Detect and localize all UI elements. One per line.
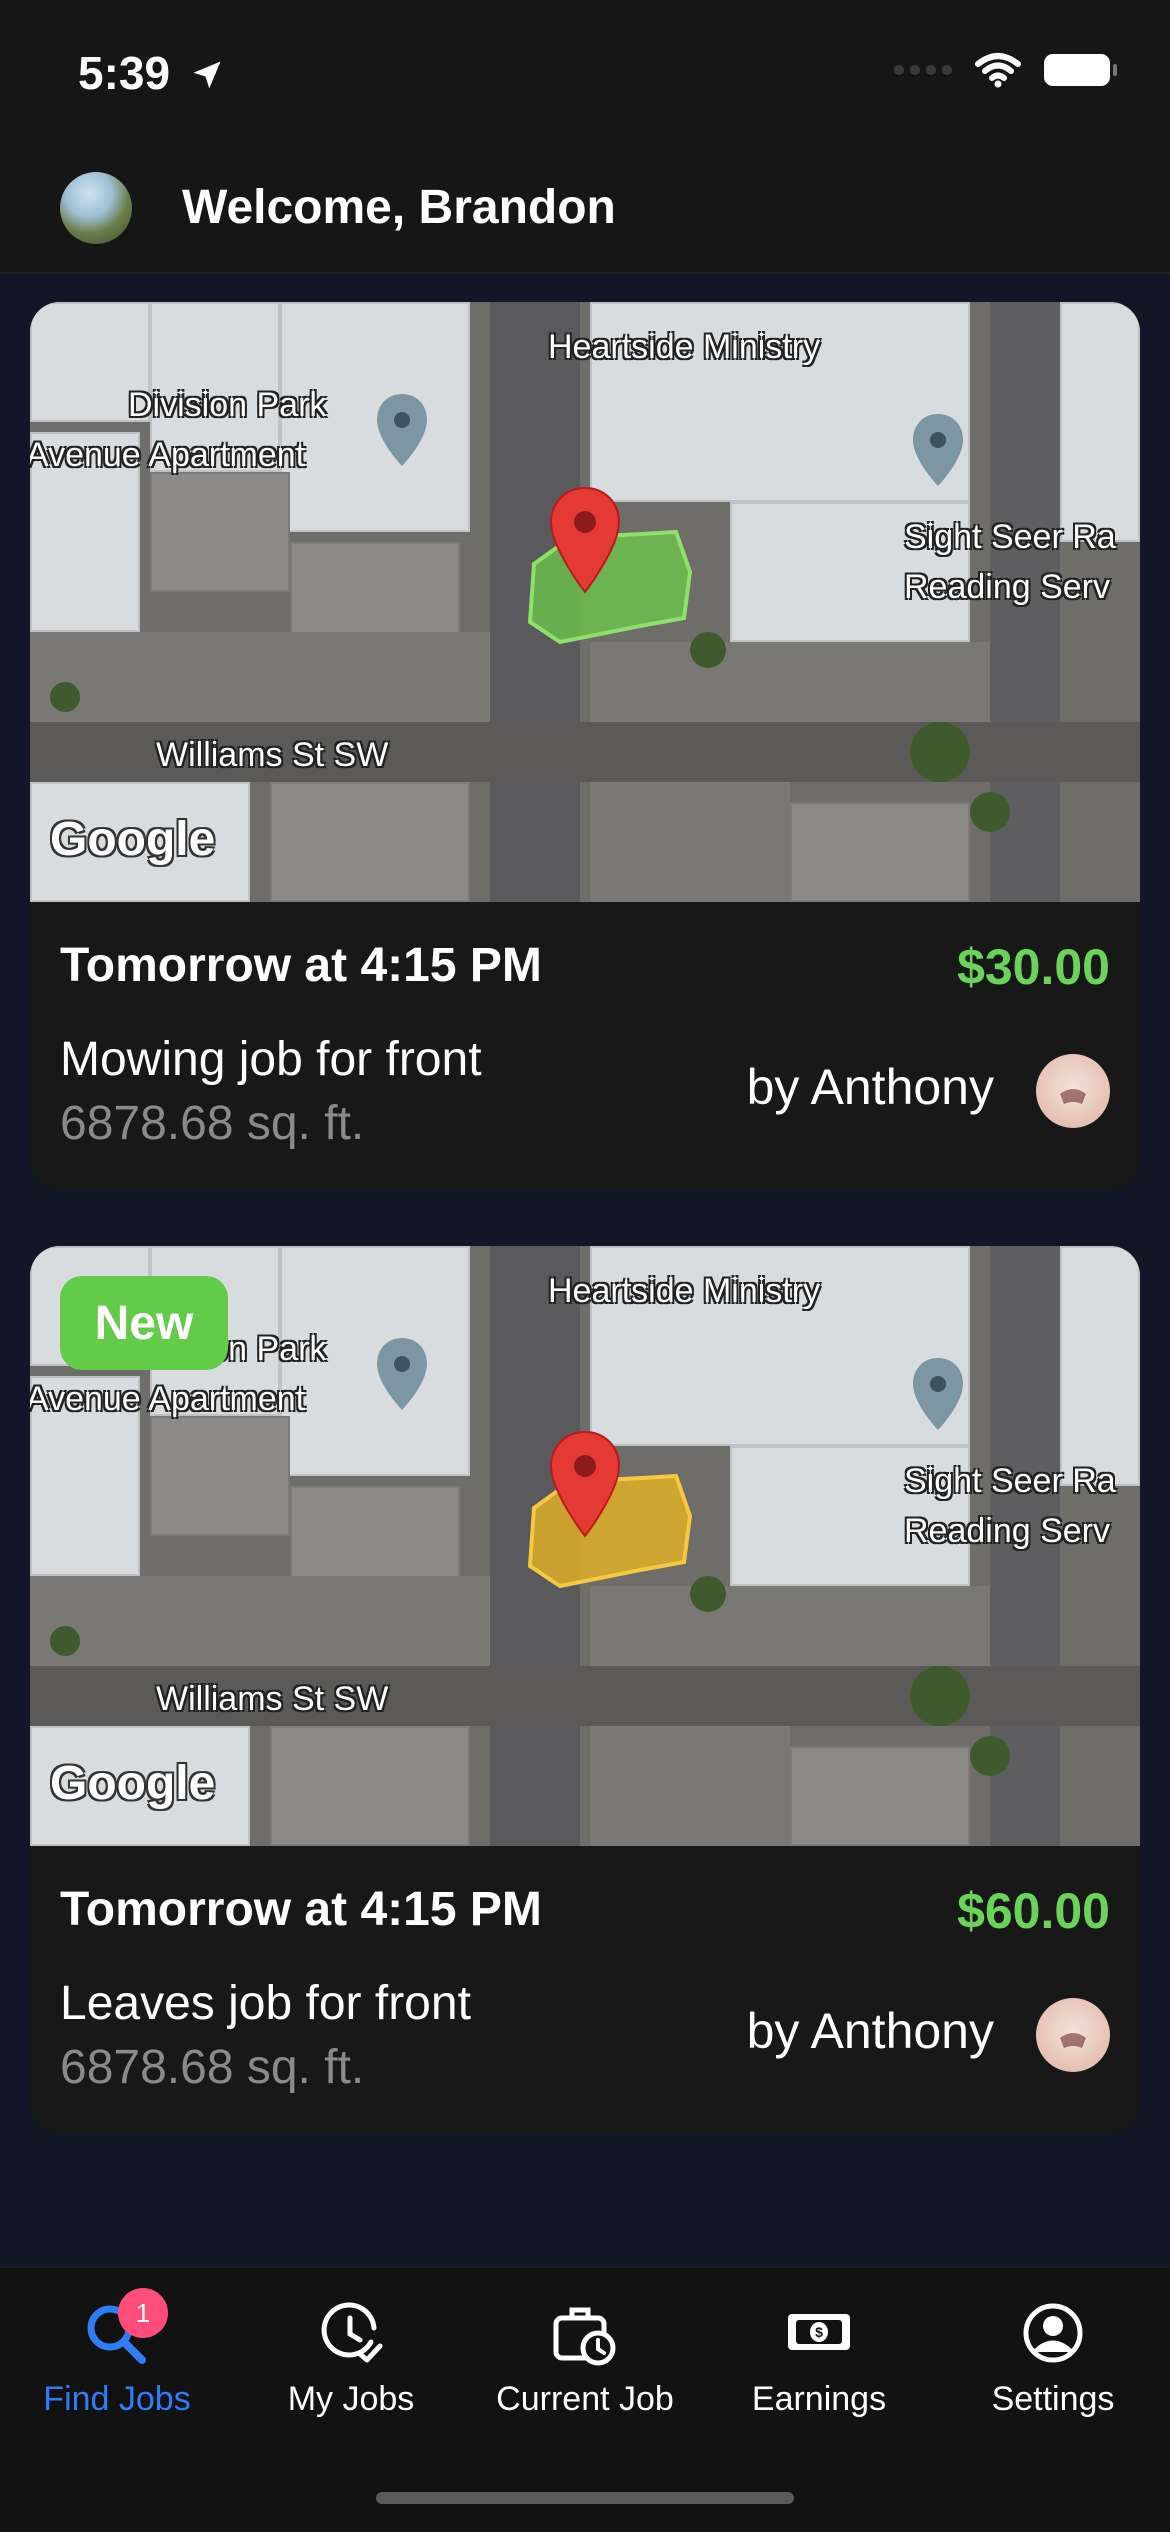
poi-pin-icon — [377, 1338, 427, 1410]
poster-avatar — [1036, 1998, 1110, 2072]
status-indicators — [894, 52, 1117, 88]
wifi-icon — [975, 53, 1021, 88]
clock-check-icon — [316, 2298, 386, 2368]
new-badge: New — [60, 1276, 228, 1370]
tab-label: My Jobs — [287, 2380, 415, 2418]
tab-earnings[interactable]: $ Earnings — [702, 2268, 936, 2448]
map-label: Reading Serv — [904, 1512, 1111, 1550]
job-poster-name: by Anthony — [746, 2003, 994, 2059]
status-time-text: 5:39 — [78, 47, 171, 99]
app-header: Welcome, Brandon — [0, 150, 1170, 274]
map-label: Sight Seer Ra — [904, 1462, 1116, 1500]
map-label: Williams St SW — [156, 736, 389, 774]
bottom-tab-bar: 1 Find Jobs My Jobs Current Job $ Earnin… — [0, 2266, 1170, 2532]
status-bar: 5:39 — [0, 0, 1170, 150]
job-description: Mowing job for front — [60, 1033, 482, 1086]
poster-avatar — [1036, 1054, 1110, 1128]
job-card[interactable]: Heartside Ministry Division Park Avenue … — [30, 1246, 1140, 2134]
svg-text:$: $ — [815, 2324, 823, 2340]
job-description: Leaves job for front — [60, 1977, 471, 2030]
job-poster-name: by Anthony — [746, 1059, 994, 1115]
job-area: 6878.68 sq. ft. — [60, 2041, 365, 2094]
job-map[interactable]: Heartside Ministry Division Park Avenue … — [30, 1246, 1140, 1846]
welcome-title: Welcome, Brandon — [182, 181, 616, 234]
job-time: Tomorrow at 4:15 PM — [60, 1883, 542, 1936]
tab-label: Settings — [991, 2380, 1115, 2418]
cash-icon: $ — [784, 2298, 854, 2368]
notification-badge: 1 — [118, 2288, 168, 2338]
tab-label: Current Job — [496, 2380, 674, 2418]
map-label: Avenue Apartment — [30, 436, 306, 474]
briefcase-clock-icon — [550, 2298, 620, 2368]
poi-pin-icon — [377, 394, 427, 466]
location-arrow-icon — [193, 61, 221, 89]
poi-pin-icon — [913, 414, 963, 486]
job-location-pin-icon — [549, 486, 621, 594]
tab-find-jobs[interactable]: 1 Find Jobs — [0, 2268, 234, 2448]
map-label: Heartside Ministry — [548, 328, 821, 366]
home-indicator[interactable] — [376, 2492, 794, 2504]
map-label: Sight Seer Ra — [904, 518, 1116, 556]
job-price: $60.00 — [957, 1883, 1110, 1939]
status-time: 5:39 — [78, 46, 225, 100]
tab-label: Find Jobs — [43, 2380, 191, 2418]
map-label: Reading Serv — [904, 568, 1111, 606]
job-map[interactable]: Heartside Ministry Division Park Avenue … — [30, 302, 1140, 902]
battery-icon — [1044, 54, 1117, 86]
map-label: Avenue Apartment — [30, 1380, 306, 1418]
tab-label: Earnings — [751, 2380, 887, 2418]
tab-my-jobs[interactable]: My Jobs — [234, 2268, 468, 2448]
map-label: Heartside Ministry — [548, 1272, 821, 1310]
search-icon: 1 — [82, 2288, 168, 2368]
job-card[interactable]: Heartside Ministry Division Park Avenue … — [30, 302, 1140, 1190]
job-price: $30.00 — [957, 939, 1110, 995]
job-info: Tomorrow at 4:15 PM $30.00 Mowing job fo… — [30, 902, 1140, 1190]
job-time: Tomorrow at 4:15 PM — [60, 939, 542, 992]
job-area: 6878.68 sq. ft. — [60, 1097, 365, 1150]
google-logo: Google — [50, 1757, 216, 1810]
tab-settings[interactable]: Settings — [936, 2268, 1170, 2448]
tab-current-job[interactable]: Current Job — [468, 2268, 702, 2448]
cellular-signal-icon — [894, 65, 952, 75]
job-location-pin-icon — [549, 1430, 621, 1538]
job-info: Tomorrow at 4:15 PM $60.00 Leaves job fo… — [30, 1846, 1140, 2134]
user-avatar[interactable] — [60, 172, 132, 244]
poi-pin-icon — [913, 1358, 963, 1430]
user-circle-icon — [1018, 2298, 1088, 2368]
map-label: Williams St SW — [156, 1680, 389, 1718]
google-logo: Google — [50, 813, 216, 866]
map-label: Division Park — [128, 386, 327, 424]
